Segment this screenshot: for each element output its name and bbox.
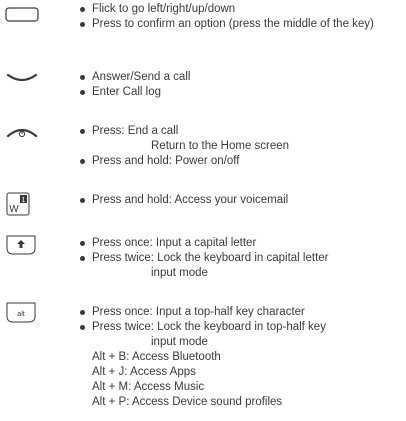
list-item: Press and hold: Access your voicemail bbox=[80, 193, 398, 208]
shortcut-line: Alt + M: Access Music bbox=[92, 381, 205, 393]
list-item: Press once: Input a capital letter bbox=[80, 236, 398, 251]
list-item: Press twice: Lock the keyboard in top-ha… bbox=[80, 320, 398, 335]
list-item: Enter Call log bbox=[80, 85, 398, 100]
list-item: Press twice: Lock the keyboard in capita… bbox=[80, 251, 398, 266]
continuation-line: Return to the Home screen bbox=[151, 140, 290, 152]
alt-key-icon: alt bbox=[4, 301, 38, 325]
list-item: Press: End a call bbox=[80, 124, 398, 139]
shortcut-line: Alt + J: Access Apps bbox=[92, 366, 196, 378]
key-description: Flick to go left/right/up/down Press to … bbox=[80, 2, 398, 32]
navigation-key-icon bbox=[2, 5, 42, 23]
continuation-line: input mode bbox=[151, 336, 208, 348]
list-item: Flick to go left/right/up/down bbox=[80, 2, 398, 17]
end-key-icon bbox=[2, 124, 42, 142]
key-description: Press once: Input a capital letter Press… bbox=[80, 236, 398, 281]
shortcut-line: Alt + B: Access Bluetooth bbox=[92, 351, 221, 363]
shortcut-line: Alt + P: Access Device sound profiles bbox=[92, 396, 283, 408]
key-description: Press once: Input a top-half key charact… bbox=[80, 305, 398, 410]
continuation-line: input mode bbox=[151, 267, 208, 279]
list-item: Press to confirm an option (press the mi… bbox=[80, 17, 398, 32]
key-description: Answer/Send a call Enter Call log bbox=[80, 70, 398, 100]
list-item: Answer/Send a call bbox=[80, 70, 398, 85]
key-description: Press: End a call Return to the Home scr… bbox=[80, 124, 398, 169]
key-description: Press and hold: Access your voicemail bbox=[80, 193, 398, 208]
svg-text:1: 1 bbox=[22, 197, 26, 204]
voicemail-key-icon: 1 W bbox=[6, 192, 30, 216]
shift-key-icon bbox=[4, 234, 38, 256]
svg-text:alt: alt bbox=[17, 311, 24, 318]
send-key-icon bbox=[2, 70, 42, 88]
list-item: Press once: Input a top-half key charact… bbox=[80, 305, 398, 320]
list-item: Press and hold: Power on/off bbox=[80, 154, 398, 169]
svg-text:W: W bbox=[9, 204, 19, 215]
